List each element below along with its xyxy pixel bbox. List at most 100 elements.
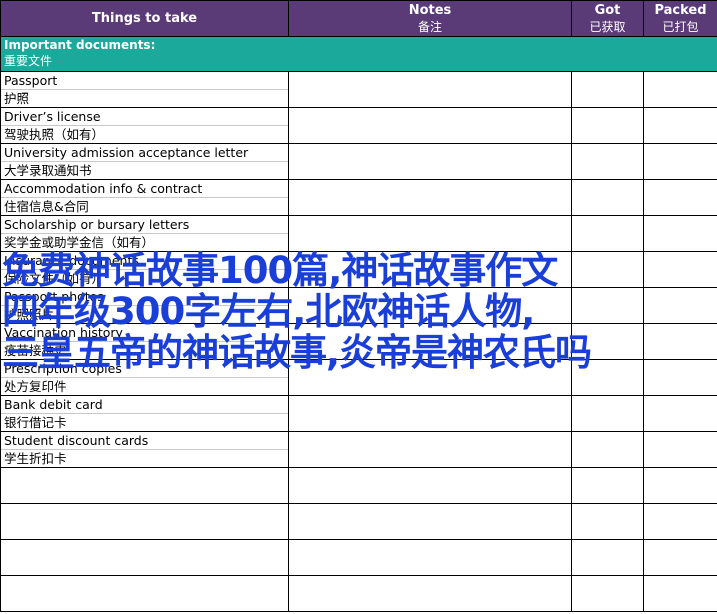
header-things-to-take: Things to take	[0, 0, 289, 37]
cell-empty[interactable]	[288, 467, 572, 504]
notes-cell[interactable]	[288, 287, 572, 324]
item-label-en: Prescription copies	[1, 361, 288, 378]
item-label-zh: 奖学金或助学金信（如有）	[4, 235, 155, 250]
item-label-en: Scholarship or bursary letters	[1, 217, 288, 234]
item-label-en: Driver’s license	[1, 109, 288, 126]
got-cell[interactable]	[571, 395, 644, 432]
packed-cell[interactable]	[643, 359, 717, 396]
item-label-zh: 银行借记卡	[4, 415, 67, 430]
cell-empty[interactable]	[0, 503, 289, 540]
cell-empty[interactable]	[288, 503, 572, 540]
cell-empty[interactable]	[643, 575, 717, 612]
notes-cell[interactable]	[288, 431, 572, 468]
blank-row	[0, 503, 717, 540]
packed-cell[interactable]	[643, 431, 717, 468]
section-row: Important documents: 重要文件	[0, 36, 717, 72]
item-label-zh: 处方复印件	[4, 379, 67, 394]
item-cell[interactable]: Scholarship or bursary letters 奖学金或助学金信（如…	[0, 215, 289, 252]
item-label-zh: 大学录取通知书	[4, 163, 92, 178]
packed-cell[interactable]	[643, 179, 717, 216]
item-cell[interactable]: Accommodation info & contract 住宿信息&合同	[0, 179, 289, 216]
header-got: Got 已获取	[571, 0, 644, 37]
notes-cell[interactable]	[288, 107, 572, 144]
packed-cell[interactable]	[643, 215, 717, 252]
item-cell[interactable]: Insurance documents 保险文件（如有）	[0, 251, 289, 288]
cell-empty[interactable]	[643, 539, 717, 576]
item-label-en: Accommodation info & contract	[1, 181, 288, 198]
packed-cell[interactable]	[643, 395, 717, 432]
cell-empty[interactable]	[643, 467, 717, 504]
cell-empty[interactable]	[288, 575, 572, 612]
got-cell[interactable]	[571, 251, 644, 288]
packed-cell[interactable]	[643, 251, 717, 288]
notes-cell[interactable]	[288, 359, 572, 396]
got-cell[interactable]	[571, 179, 644, 216]
item-cell[interactable]: Bank debit card 银行借记卡	[0, 395, 289, 432]
notes-cell[interactable]	[288, 215, 572, 252]
cell-empty[interactable]	[571, 539, 644, 576]
notes-cell[interactable]	[288, 71, 572, 108]
item-label-en: Passport photos	[1, 289, 288, 306]
section-title-zh: 重要文件	[4, 54, 53, 68]
header-row: Things to take Notes 备注 Got 已获取 Packed 已打包	[0, 0, 717, 37]
item-label-en: Student discount cards	[1, 433, 288, 450]
table-row: University admission acceptance letter 大学…	[0, 143, 717, 180]
item-cell[interactable]: Student discount cards 学生折扣卡	[0, 431, 289, 468]
blank-row	[0, 467, 717, 504]
notes-cell[interactable]	[288, 323, 572, 360]
checklist-table: Things to take Notes 备注 Got 已获取 Packed 已打包 …	[0, 0, 717, 612]
got-cell[interactable]	[571, 323, 644, 360]
item-label-en: Passport	[1, 73, 288, 90]
packed-cell[interactable]	[643, 107, 717, 144]
item-label-zh: 保险文件（如有）	[4, 271, 105, 286]
item-cell[interactable]: University admission acceptance letter 大学…	[0, 143, 289, 180]
item-label-en: Bank debit card	[1, 397, 288, 414]
table-row: Driver’s license 驾驶执照（如有）	[0, 107, 717, 144]
cell-empty[interactable]	[571, 575, 644, 612]
got-cell[interactable]	[571, 107, 644, 144]
item-label-zh: 护照	[4, 91, 30, 106]
cell-empty[interactable]	[0, 539, 289, 576]
packed-cell[interactable]	[643, 71, 717, 108]
cell-empty[interactable]	[643, 503, 717, 540]
packed-cell[interactable]	[643, 323, 717, 360]
item-label-zh: 驾驶执照（如有）	[4, 127, 105, 142]
cell-empty[interactable]	[571, 467, 644, 504]
item-cell[interactable]: Prescription copies 处方复印件	[0, 359, 289, 396]
notes-cell[interactable]	[288, 143, 572, 180]
table-row: Vaccination history 疫苗接种史	[0, 323, 717, 360]
item-cell[interactable]: Driver’s license 驾驶执照（如有）	[0, 107, 289, 144]
cell-empty[interactable]	[571, 503, 644, 540]
item-cell[interactable]: Passport 护照	[0, 71, 289, 108]
table-row: Prescription copies 处方复印件	[0, 359, 717, 396]
packed-cell[interactable]	[643, 287, 717, 324]
got-cell[interactable]	[571, 359, 644, 396]
blank-row	[0, 539, 717, 576]
table-row: Bank debit card 银行借记卡	[0, 395, 717, 432]
table-row: Student discount cards 学生折扣卡	[0, 431, 717, 468]
table-row: Insurance documents 保险文件（如有）	[0, 251, 717, 288]
item-label-en: Insurance documents	[1, 253, 288, 270]
notes-cell[interactable]	[288, 179, 572, 216]
packed-cell[interactable]	[643, 143, 717, 180]
item-label-en: University admission acceptance letter	[1, 145, 288, 162]
item-label-en: Vaccination history	[1, 325, 288, 342]
got-cell[interactable]	[571, 215, 644, 252]
section-title-en: Important documents:	[4, 38, 156, 52]
item-label-zh: 学生折扣卡	[4, 451, 67, 466]
item-cell[interactable]: Passport photos 护照照片	[0, 287, 289, 324]
got-cell[interactable]	[571, 431, 644, 468]
got-cell[interactable]	[571, 71, 644, 108]
got-cell[interactable]	[571, 143, 644, 180]
item-label-zh: 住宿信息&合同	[4, 199, 89, 214]
blank-row	[0, 575, 717, 612]
notes-cell[interactable]	[288, 395, 572, 432]
item-label-zh: 护照照片	[4, 307, 55, 322]
notes-cell[interactable]	[288, 251, 572, 288]
item-cell[interactable]: Vaccination history 疫苗接种史	[0, 323, 289, 360]
cell-empty[interactable]	[288, 539, 572, 576]
cell-empty[interactable]	[0, 575, 289, 612]
cell-empty[interactable]	[0, 467, 289, 504]
table-row: Passport 护照	[0, 71, 717, 108]
got-cell[interactable]	[571, 287, 644, 324]
